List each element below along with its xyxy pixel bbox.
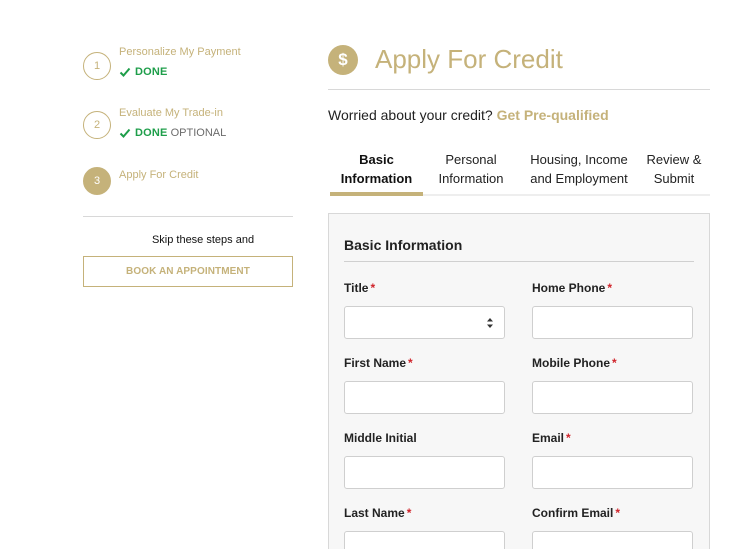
- tab-label-line1: Review &: [646, 152, 702, 167]
- select-updown-icon: [487, 318, 493, 328]
- dollar-icon: $: [328, 45, 358, 75]
- step-status: DONE OPTIONAL: [119, 127, 226, 139]
- step-title: Personalize My Payment: [119, 46, 241, 58]
- field-label: Confirm Email *: [532, 506, 694, 522]
- done-label: DONE: [135, 66, 168, 78]
- field-label: Mobile Phone *: [532, 356, 694, 372]
- basic-information-form: Basic Information Title * Home Phone * Fir…: [328, 213, 710, 549]
- field-label: First Name *: [344, 356, 506, 372]
- title-field: Title *: [344, 281, 506, 339]
- field-label-text: Mobile Phone: [532, 356, 610, 370]
- required-marker: *: [612, 356, 617, 370]
- tab-basic-information[interactable]: Basic Information: [330, 150, 423, 196]
- home-phone-field: Home Phone *: [532, 281, 694, 339]
- tab-review-submit[interactable]: Review & Submit: [640, 150, 708, 196]
- divider: [344, 261, 694, 262]
- divider: [328, 89, 710, 90]
- step-number-badge: 3: [83, 167, 111, 195]
- field-label-text: Middle Initial: [344, 431, 417, 445]
- active-tab-indicator: [330, 192, 423, 196]
- tab-label-line1: Housing, Income: [530, 152, 628, 167]
- step-evaluate-trade-in[interactable]: 2 Evaluate My Trade-in DONE OPTIONAL: [83, 106, 293, 146]
- tab-label-line2: and Employment: [530, 171, 628, 186]
- page-title: Apply For Credit: [375, 44, 563, 74]
- required-marker: *: [566, 431, 571, 445]
- field-label-text: Email: [532, 431, 565, 445]
- tab-label-line1: Basic: [359, 152, 394, 167]
- tab-personal-information[interactable]: Personal Information: [427, 150, 515, 196]
- tab-label-line2: Information: [438, 171, 504, 186]
- section-title: Basic Information: [344, 237, 463, 253]
- step-number-badge: 2: [83, 111, 111, 139]
- check-icon: [119, 67, 131, 77]
- confirm-email-field: Confirm Email *: [532, 506, 694, 549]
- credit-prompt: Worried about your credit? Get Pre-quali…: [328, 107, 609, 123]
- field-label: Title *: [344, 281, 506, 297]
- skip-steps-text: Skip these steps and: [151, 234, 255, 246]
- last-name-input[interactable]: [344, 531, 505, 549]
- field-label-text: Last Name: [344, 506, 405, 520]
- book-appointment-button[interactable]: BOOK AN APPOINTMENT: [83, 256, 293, 287]
- step-apply-for-credit[interactable]: 3 Apply For Credit: [83, 167, 293, 207]
- email-input[interactable]: [532, 456, 693, 489]
- step-title: Apply For Credit: [119, 169, 199, 181]
- step-title: Evaluate My Trade-in: [119, 107, 223, 119]
- step-number-badge: 1: [83, 52, 111, 80]
- tab-label-line2: Submit: [653, 171, 695, 186]
- tab-label-line2: Information: [340, 171, 413, 186]
- confirm-email-input[interactable]: [532, 531, 693, 549]
- title-select[interactable]: [344, 306, 505, 339]
- step-status: DONE: [119, 66, 168, 78]
- required-marker: *: [370, 281, 376, 295]
- home-phone-input[interactable]: [532, 306, 693, 339]
- tab-track: [423, 194, 710, 196]
- field-label: Home Phone *: [532, 281, 694, 297]
- field-label: Email *: [532, 431, 694, 447]
- tab-label-line1: Personal: [445, 152, 497, 167]
- email-field: Email *: [532, 431, 694, 489]
- check-icon: [119, 128, 131, 138]
- divider: [83, 216, 293, 217]
- field-label: Middle Initial: [344, 431, 506, 447]
- required-marker: *: [607, 281, 613, 295]
- done-label: DONE: [135, 127, 168, 139]
- required-marker: *: [408, 356, 413, 370]
- optional-label: OPTIONAL: [170, 127, 227, 139]
- get-prequalified-link[interactable]: Get Pre-qualified: [497, 107, 609, 123]
- required-marker: *: [406, 506, 412, 520]
- first-name-field: First Name *: [344, 356, 506, 414]
- field-label-text: Confirm Email: [532, 506, 614, 520]
- first-name-input[interactable]: [344, 381, 505, 414]
- field-label: Last Name *: [344, 506, 506, 522]
- step-personalize-payment[interactable]: 1 Personalize My Payment DONE: [83, 45, 293, 85]
- form-tabs: Basic Information Personal Information H…: [328, 150, 710, 196]
- required-marker: *: [615, 506, 621, 520]
- field-label-text: Title: [344, 281, 369, 295]
- tab-housing-income-employment[interactable]: Housing, Income and Employment: [524, 150, 634, 196]
- mobile-phone-field: Mobile Phone *: [532, 356, 694, 414]
- middle-initial-field: Middle Initial: [344, 431, 506, 489]
- field-label-text: First Name: [344, 356, 407, 370]
- middle-initial-input[interactable]: [344, 456, 505, 489]
- credit-prompt-text: Worried about your credit?: [328, 107, 493, 123]
- last-name-field: Last Name *: [344, 506, 506, 549]
- mobile-phone-input[interactable]: [532, 381, 693, 414]
- field-label-text: Home Phone: [532, 281, 606, 295]
